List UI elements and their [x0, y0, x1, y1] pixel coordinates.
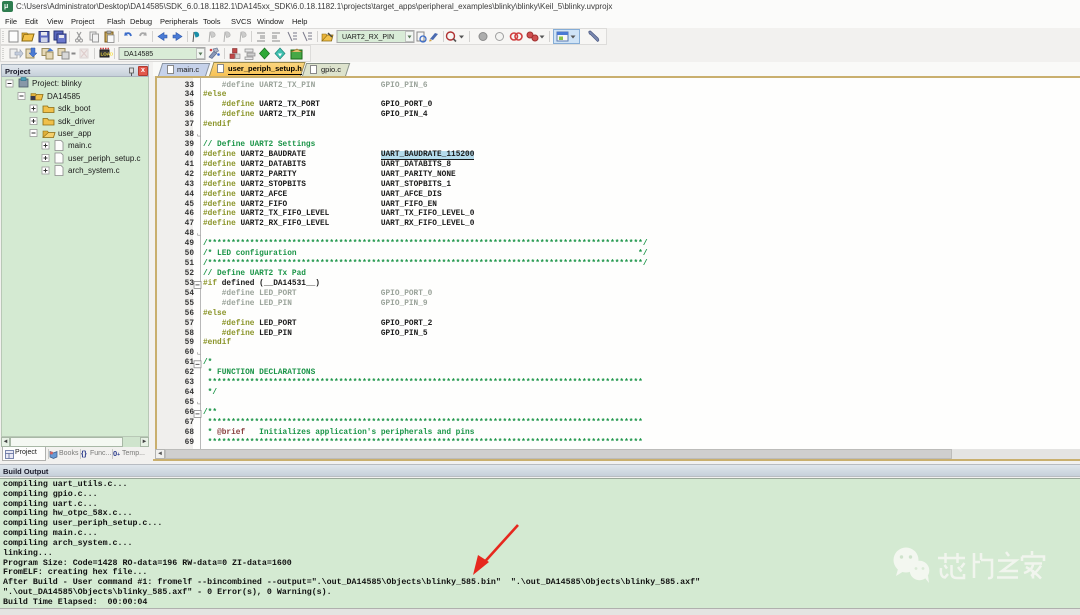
svg-text:LOAD: LOAD: [101, 52, 114, 57]
svg-text:DA14585: DA14585: [124, 51, 153, 58]
svg-text:UART2_RX_PIN: UART2_RX_PIN: [342, 34, 394, 41]
